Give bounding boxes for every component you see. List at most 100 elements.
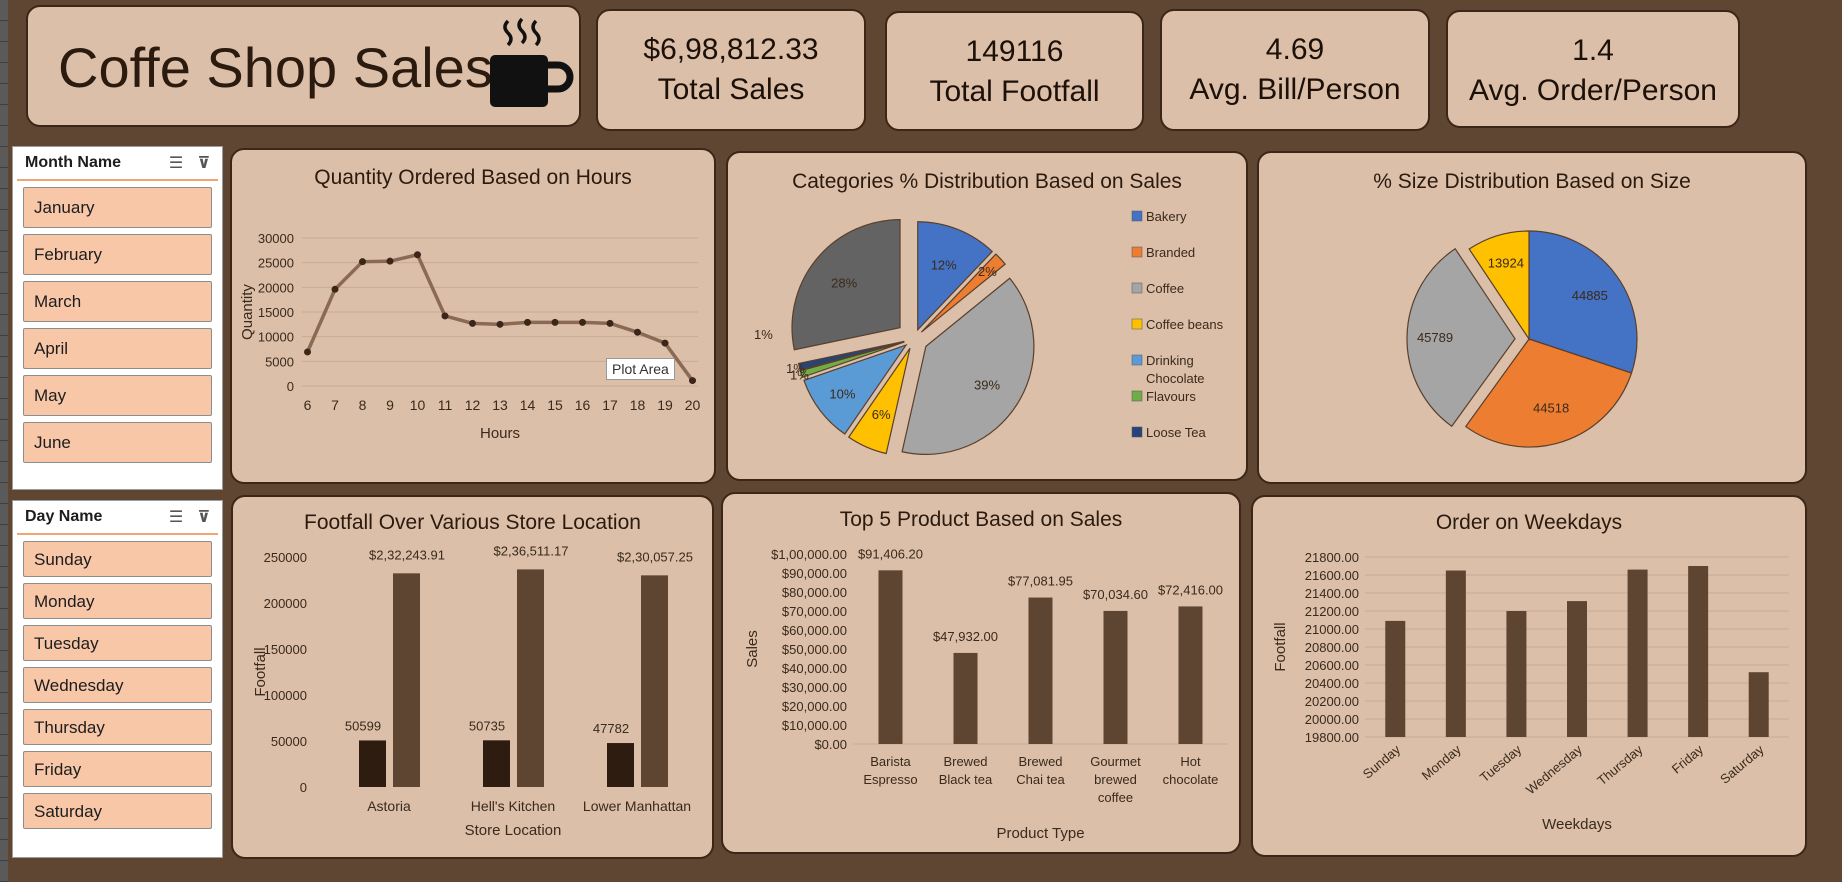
slicer-item-february[interactable]: February (23, 234, 212, 275)
x-tick-label: chocolate (1163, 772, 1219, 787)
x-tick-label: 6 (304, 397, 312, 413)
y-tick-label: 50000 (271, 734, 307, 749)
data-point (469, 319, 476, 327)
y-tick-label: $70,000.00 (782, 604, 847, 619)
bar-data-label: 47782 (593, 721, 629, 736)
slicer-item-june[interactable]: June (23, 422, 212, 463)
multi-select-icon[interactable]: ☰ (162, 507, 190, 527)
slice-data-label: 1% (754, 327, 773, 342)
data-point (606, 319, 614, 327)
coffee-cup-icon (490, 17, 574, 107)
slicer-title: Month Name (25, 154, 121, 171)
legend-label: Coffee (1146, 281, 1184, 296)
weekday-bar (1688, 566, 1709, 737)
kpi-value: 1.4 (1572, 34, 1614, 67)
y-tick-label: 15000 (258, 305, 294, 320)
kpi-value: 149116 (965, 35, 1064, 68)
store-footfall-chart-panel[interactable]: Footfall Over Various Store Location 0 50… (231, 495, 714, 859)
footfall-bar (359, 740, 386, 787)
multi-select-icon[interactable]: ☰ (162, 153, 190, 173)
y-tick-label: $10,000.00 (782, 718, 847, 733)
bar-data-label: 50599 (345, 718, 381, 733)
slicer-item-april[interactable]: April (23, 328, 212, 369)
dashboard-title: Coffe Shop Sales (58, 36, 493, 99)
weekday-bar (1748, 672, 1769, 737)
weekdays-chart-panel[interactable]: Order on Weekdays 19800.00 20000.00 20200.… (1251, 495, 1807, 857)
weekday-bar (1567, 601, 1587, 737)
y-tick-label: $0.00 (814, 737, 847, 752)
bar-data-label: $70,034.60 (1083, 587, 1148, 602)
legend-label: Drinking (1146, 353, 1194, 368)
slicer-item-tuesday[interactable]: Tuesday (23, 625, 212, 661)
x-tick-label: 15 (547, 397, 563, 413)
y-tick-label: 100000 (264, 688, 307, 703)
slice-data-label: 12% (931, 258, 957, 273)
month-slicer: Month Name ☰ ⊽ January February March Ap… (12, 146, 223, 490)
slicer-item-friday[interactable]: Friday (23, 751, 212, 787)
weekday-bar (1385, 620, 1406, 737)
clear-filter-icon[interactable]: ⊽ (190, 507, 218, 527)
bar-data-label: $2,36,511.17 (494, 543, 569, 558)
kpi-label: Total Footfall (929, 75, 1100, 108)
bar-data-label: 50735 (469, 718, 505, 733)
categories-pie-chart: 12% 2%39%6%10%1%1%28%1%BakeryBrandedCoffe… (754, 209, 1224, 455)
x-tick-label: Tuesday (1477, 741, 1525, 785)
sales-bar (641, 575, 668, 787)
clear-filter-icon[interactable]: ⊽ (190, 153, 218, 173)
x-tick-label: 19 (657, 397, 673, 413)
size-pie-chart: 44885 44518 45789 13924 (1406, 230, 1638, 448)
x-tick-label: Friday (1669, 741, 1707, 776)
top-products-chart: $0.00 $10,000.00 $20,000.00 $30,000.00 $40,0… (744, 546, 1228, 842)
y-tick-label: 21200.00 (1305, 604, 1359, 619)
y-tick-label: 20800.00 (1305, 640, 1359, 655)
kpi-label: Avg. Bill/Person (1189, 73, 1401, 106)
x-tick-label: Chai tea (1016, 772, 1065, 787)
slicer-item-sunday[interactable]: Sunday (23, 541, 212, 577)
x-tick-label: Barista (870, 754, 911, 769)
slicer-item-january[interactable]: January (23, 187, 212, 228)
slicer-item-march[interactable]: March (23, 281, 212, 322)
sales-bar (517, 569, 544, 787)
slicer-item-may[interactable]: May (23, 375, 212, 416)
slicer-title: Day Name (25, 508, 103, 525)
legend-swatch (1131, 426, 1143, 438)
y-tick-label: 25000 (258, 256, 294, 271)
y-tick-label: $60,000.00 (782, 623, 847, 638)
x-tick-label: Monday (1419, 741, 1464, 783)
slicer-item-wednesday[interactable]: Wednesday (23, 667, 212, 703)
bar-data-label: $72,416.00 (1158, 582, 1223, 597)
slice-data-label: 44518 (1533, 401, 1569, 416)
top-products-chart-panel[interactable]: Top 5 Product Based on Sales $0.00 $10,00… (721, 492, 1241, 854)
day-slicer: Day Name ☰ ⊽ Sunday Monday Tuesday Wedne… (12, 500, 223, 858)
size-pie-chart-panel[interactable]: % Size Distribution Based on Size 44885 4… (1257, 151, 1807, 484)
categories-pie-chart-panel[interactable]: Categories % Distribution Based on Sales… (726, 151, 1248, 481)
y-tick-label: $90,000.00 (782, 566, 847, 581)
y-tick-label: 10000 (258, 330, 294, 345)
legend-label: Flavours (1146, 389, 1196, 404)
x-tick-label: 14 (520, 397, 536, 413)
y-tick-label: 19800.00 (1305, 730, 1359, 745)
hours-line-chart-panel[interactable]: Quantity Ordered Based on Hours 0 5000 100… (230, 148, 716, 484)
legend-label: Bakery (1146, 209, 1187, 224)
data-point (304, 348, 311, 356)
slicer-item-saturday[interactable]: Saturday (23, 793, 212, 829)
x-axis-title: Hours (480, 425, 520, 442)
y-axis-title: Sales (744, 630, 761, 668)
legend-swatch (1131, 390, 1143, 402)
bar-data-label: $2,30,057.25 (617, 549, 693, 564)
slicer-item-thursday[interactable]: Thursday (23, 709, 212, 745)
x-tick-label: 13 (492, 397, 508, 413)
y-tick-label: $30,000.00 (782, 680, 847, 695)
y-axis-title: Footfall (252, 647, 269, 696)
slice-data-label: 10% (829, 387, 855, 402)
x-tick-label: 17 (602, 397, 618, 413)
x-tick-label: 16 (575, 397, 591, 413)
slice-data-label: 2% (978, 264, 997, 279)
y-tick-label: 20600.00 (1305, 658, 1359, 673)
x-tick-label: Hot (1180, 754, 1201, 769)
slice-data-label: 45789 (1417, 330, 1453, 345)
kpi-total-sales: $6,98,812.33 Total Sales (596, 9, 866, 131)
legend-label: Coffee beans (1146, 317, 1224, 332)
slicer-item-monday[interactable]: Monday (23, 583, 212, 619)
slice-data-label: 1% (786, 361, 805, 376)
